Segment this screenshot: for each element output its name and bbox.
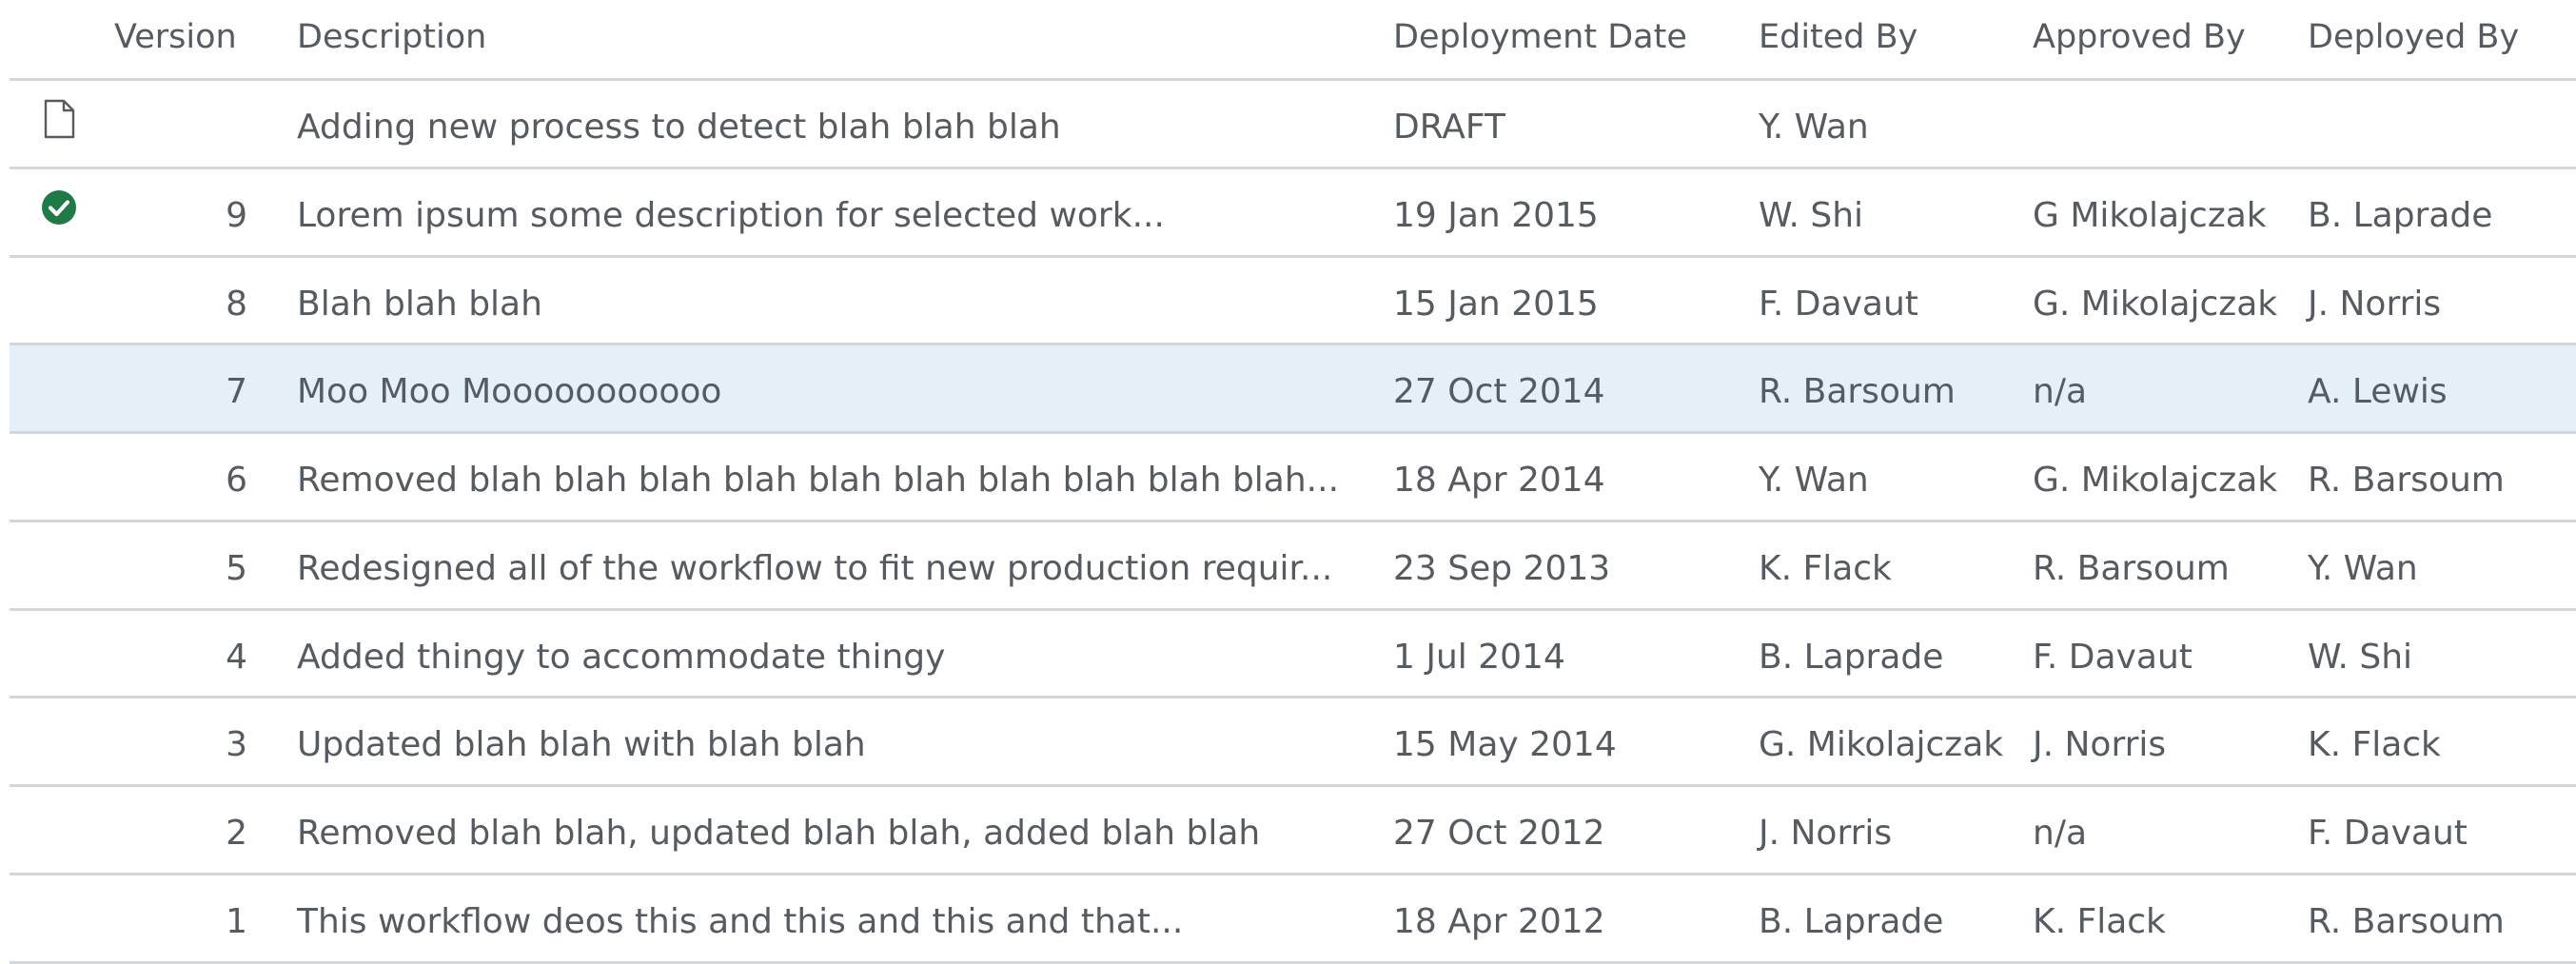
description-cell: Redesigned all of the workflow to fit ne… xyxy=(297,549,1333,588)
deployed-by-cell: W. Shi xyxy=(2308,638,2413,677)
deployment-date-cell: 15 Jan 2015 xyxy=(1393,285,1599,324)
version-cell: 8 xyxy=(226,285,247,324)
deployed-by-cell: B. Laprade xyxy=(2308,196,2493,235)
table-row[interactable]: 6 Removed blah blah blah blah blah blah … xyxy=(10,434,2576,522)
description-cell: Adding new process to detect blah blah b… xyxy=(297,108,1061,147)
document-icon xyxy=(38,98,80,140)
column-header-deployment-date[interactable]: Deployment Date xyxy=(1393,16,1687,58)
column-header-approved-by[interactable]: Approved By xyxy=(2033,16,2246,58)
edited-by-cell: R. Barsoum xyxy=(1759,372,1956,411)
deployed-by-cell: A. Lewis xyxy=(2308,372,2448,411)
edited-by-cell: J. Norris xyxy=(1759,814,1893,853)
table-row-draft[interactable]: Adding new process to detect blah blah b… xyxy=(10,81,2576,169)
deployed-by-cell: F. Davaut xyxy=(2308,814,2468,853)
table-row[interactable]: 4 Added thingy to accommodate thingy 1 J… xyxy=(10,611,2576,698)
version-cell: 9 xyxy=(226,196,247,235)
description-cell: Added thingy to accommodate thingy xyxy=(297,638,946,677)
version-cell: 3 xyxy=(226,725,247,764)
deployment-date-cell: 23 Sep 2013 xyxy=(1393,549,1611,588)
deployed-by-cell: R. Barsoum xyxy=(2308,902,2505,941)
description-cell: Updated blah blah with blah blah xyxy=(297,725,866,764)
table-row-selected[interactable]: 7 Moo Moo Mooooooooooo 27 Oct 2014 R. Ba… xyxy=(10,345,2576,434)
version-cell: 7 xyxy=(226,372,247,411)
approved-by-cell: G. Mikolajczak xyxy=(2033,461,2278,500)
version-history-table: Version Description Deployment Date Edit… xyxy=(10,0,2576,964)
deployment-date-cell: 1 Jul 2014 xyxy=(1393,638,1565,677)
approved-by-cell: G Mikolajczak xyxy=(2033,196,2267,235)
version-cell: 1 xyxy=(226,902,247,941)
edited-by-cell: Y. Wan xyxy=(1759,461,1869,500)
deployed-by-cell: J. Norris xyxy=(2308,285,2442,324)
edited-by-cell: B. Laprade xyxy=(1759,902,1944,941)
approved-by-cell: n/a xyxy=(2033,814,2088,853)
edited-by-cell: Y. Wan xyxy=(1759,108,1869,147)
deployment-date-cell: DRAFT xyxy=(1393,108,1505,147)
table-row[interactable]: 5 Redesigned all of the workflow to fit … xyxy=(10,522,2576,611)
edited-by-cell: W. Shi xyxy=(1759,196,1864,235)
deployment-date-cell: 18 Apr 2014 xyxy=(1393,461,1605,500)
deployment-date-cell: 15 May 2014 xyxy=(1393,725,1617,764)
description-cell: Lorem ipsum some description for selecte… xyxy=(297,196,1165,235)
version-cell: 2 xyxy=(226,814,247,853)
table-row[interactable]: 1 This workflow deos this and this and t… xyxy=(10,875,2576,964)
deployed-by-cell: Y. Wan xyxy=(2308,549,2418,588)
approved-by-cell: R. Barsoum xyxy=(2033,549,2230,588)
edited-by-cell: F. Davaut xyxy=(1759,285,1918,324)
check-circle-icon xyxy=(38,187,80,228)
approved-by-cell: K. Flack xyxy=(2033,902,2166,941)
column-header-deployed-by[interactable]: Deployed By xyxy=(2308,16,2519,58)
version-cell: 6 xyxy=(226,461,247,500)
table-row[interactable]: 2 Removed blah blah, updated blah blah, … xyxy=(10,787,2576,875)
table-row[interactable]: 8 Blah blah blah 15 Jan 2015 F. Davaut G… xyxy=(10,258,2576,345)
deployment-date-cell: 27 Oct 2012 xyxy=(1393,814,1605,853)
column-header-edited-by[interactable]: Edited By xyxy=(1759,16,1917,58)
deployed-by-cell: R. Barsoum xyxy=(2308,461,2505,500)
version-cell: 5 xyxy=(226,549,247,588)
deployed-by-cell: K. Flack xyxy=(2308,725,2441,764)
description-cell: Removed blah blah blah blah blah blah bl… xyxy=(297,461,1340,500)
edited-by-cell: K. Flack xyxy=(1759,549,1892,588)
deployment-date-cell: 27 Oct 2014 xyxy=(1393,372,1605,411)
column-header-description[interactable]: Description xyxy=(297,16,486,58)
approved-by-cell: n/a xyxy=(2033,372,2088,411)
approved-by-cell: F. Davaut xyxy=(2033,638,2193,677)
version-cell: 4 xyxy=(226,638,247,677)
table-header: Version Description Deployment Date Edit… xyxy=(10,0,2576,81)
table-row[interactable]: 3 Updated blah blah with blah blah 15 Ma… xyxy=(10,698,2576,787)
table-row[interactable]: 9 Lorem ipsum some description for selec… xyxy=(10,169,2576,258)
description-cell: This workflow deos this and this and thi… xyxy=(297,902,1184,941)
edited-by-cell: G. Mikolajczak xyxy=(1759,725,2004,764)
description-cell: Moo Moo Mooooooooooo xyxy=(297,372,722,411)
edited-by-cell: B. Laprade xyxy=(1759,638,1944,677)
deployment-date-cell: 19 Jan 2015 xyxy=(1393,196,1599,235)
approved-by-cell: G. Mikolajczak xyxy=(2033,285,2278,324)
deployment-date-cell: 18 Apr 2012 xyxy=(1393,902,1605,941)
description-cell: Removed blah blah, updated blah blah, ad… xyxy=(297,814,1261,853)
approved-by-cell: J. Norris xyxy=(2033,725,2167,764)
column-header-version[interactable]: Version xyxy=(114,16,237,58)
description-cell: Blah blah blah xyxy=(297,285,542,324)
